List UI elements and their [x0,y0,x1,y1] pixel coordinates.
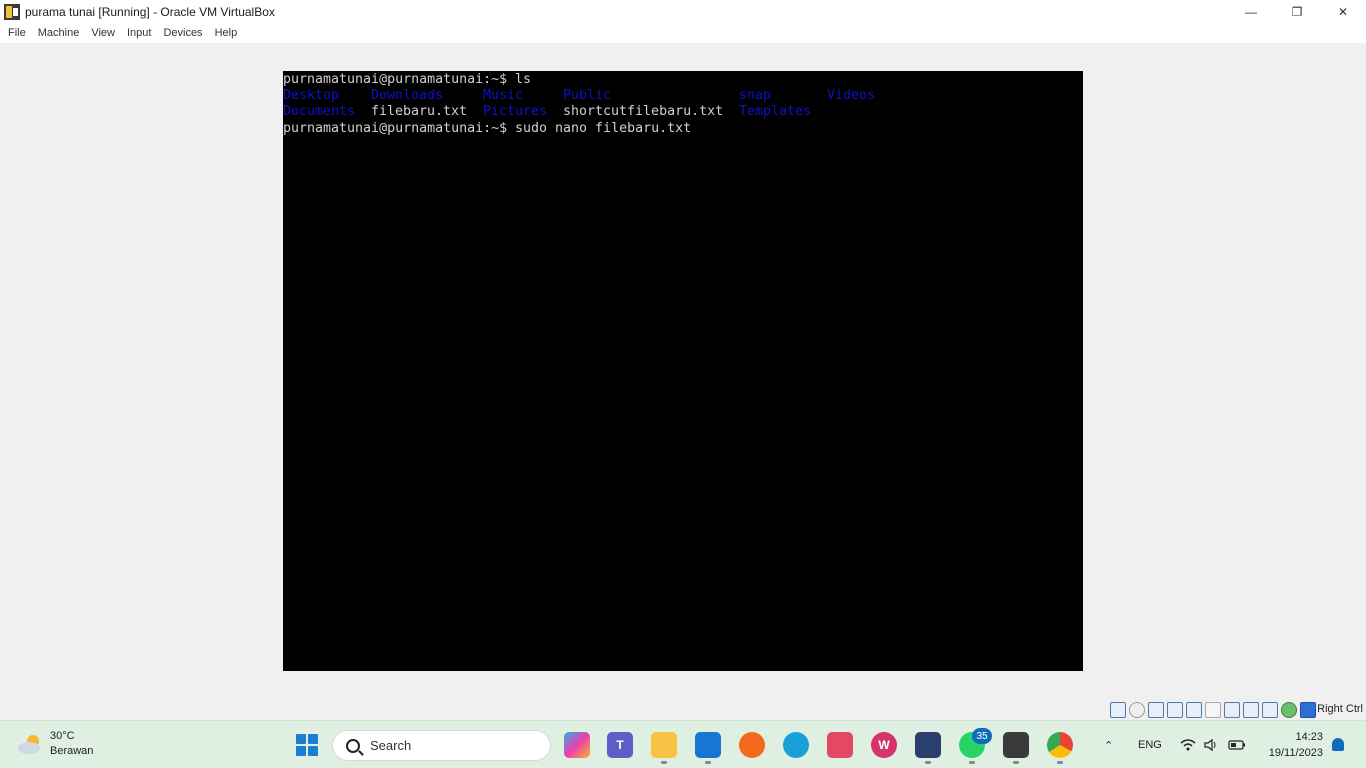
weather-condition: Berawan [50,745,94,757]
clock-time: 14:23 [1295,731,1323,743]
show-hidden-icons-chevron-icon[interactable]: ⌃ [1104,721,1113,768]
copilot-icon[interactable] [564,732,590,758]
hard-disk-icon[interactable] [1110,702,1126,718]
app-store-running-indicator [705,761,711,764]
display-icon[interactable] [1224,702,1240,718]
clock-date: 19/11/2023 [1268,747,1323,759]
terminal-prompt-2: purnamatunai@purnamatunai:~$ [283,120,508,136]
file-filebaru: filebaru.txt [371,104,468,120]
usb-icon[interactable] [1186,702,1202,718]
battery-icon[interactable] [1228,721,1246,768]
menu-bar: File Machine View Input Devices Help [0,23,1366,43]
host-key-label: Right Ctrl [1317,703,1363,715]
menu-file[interactable]: File [2,27,32,39]
chrome-icon[interactable] [1047,732,1073,758]
wifi-icon[interactable] [1180,721,1196,768]
language-indicator[interactable]: ENG [1138,721,1162,768]
menu-help[interactable]: Help [209,27,244,39]
app-store-icon[interactable] [695,732,721,758]
menu-view[interactable]: View [85,27,121,39]
shared-folders-icon[interactable] [1205,702,1221,718]
dir-documents: Documents [283,104,356,120]
vm-running-indicator [1013,761,1019,764]
terminal-line-2: Desktop Downloads Music Public snap Vide… [283,88,1083,104]
terminal-line-3: Documents filebaru.txt Pictures shortcut… [283,104,1083,120]
taskbar-search[interactable]: Search [332,730,551,761]
firefox-icon[interactable] [739,732,765,758]
weather-temperature: 30°C [50,730,75,742]
virtualbox-vm-icon[interactable] [1003,732,1029,758]
network-icon[interactable] [1167,702,1183,718]
vm-status-bar: Right Ctrl [0,699,1366,721]
guest-additions-icon[interactable] [1281,702,1297,718]
dir-downloads: Downloads [371,88,444,104]
title-bar: purama tunai [Running] - Oracle VM Virtu… [0,0,1366,23]
minimize-button[interactable]: — [1228,0,1274,23]
optical-drive-icon[interactable] [1129,702,1145,718]
virtualbox-app-icon [4,3,20,20]
file-explorer-running-indicator [661,761,667,764]
search-icon [346,738,360,753]
close-button[interactable]: ✕ [1320,0,1366,23]
dir-snap: snap [739,88,772,104]
file-shortcutfilebaru: shortcutfilebaru.txt [563,104,724,120]
virtualbox-icon[interactable] [915,732,941,758]
dir-pictures: Pictures [483,104,548,120]
dir-videos: Videos [827,88,876,104]
menu-machine[interactable]: Machine [32,27,86,39]
terminal-prompt: purnamatunai@purnamatunai:~$ [283,72,508,87]
virtualization-icon[interactable] [1262,702,1278,718]
menu-devices[interactable]: Devices [157,27,208,39]
weather-widget[interactable]: 30°C Berawan [16,729,93,759]
system-clock[interactable]: 14:23 19/11/2023 [1269,729,1323,761]
dir-templates: Templates [739,104,812,120]
terminal-command-ls: ls [515,72,532,87]
windows-taskbar: 30°C Berawan Search T W 35 ⌃ ENG 14:23 1… [0,720,1366,768]
snipping-tool-icon[interactable] [827,732,853,758]
recording-icon[interactable] [1243,702,1259,718]
start-button[interactable] [296,734,318,756]
restore-button[interactable]: ❐ [1274,0,1320,23]
notification-bell-icon[interactable] [1332,738,1344,751]
terminal-line-4: purnamatunai@purnamatunai:~$ sudo nano f… [283,121,1083,137]
cloud-sun-icon [16,733,44,755]
dir-desktop: Desktop [283,88,340,104]
search-label: Search [370,738,412,753]
vm-terminal-screen[interactable]: purnamatunai@purnamatunai:~$ ls Desktop … [283,71,1083,671]
volume-icon[interactable] [1203,721,1219,768]
wps-icon[interactable]: W [871,732,897,758]
chrome-running-indicator [1057,761,1063,764]
host-key-arrow-icon[interactable] [1300,702,1316,718]
virtualbox-running-indicator [925,761,931,764]
dir-music: Music [483,88,524,104]
terminal-command-nano: sudo nano filebaru.txt [515,120,692,136]
window-title: purama tunai [Running] - Oracle VM Virtu… [25,4,275,19]
file-explorer-icon[interactable] [651,732,677,758]
dir-public: Public [563,88,612,104]
teams-icon[interactable]: T [607,732,633,758]
whatsapp-running-indicator [969,761,975,764]
terminal-line-1: purnamatunai@purnamatunai:~$ ls [283,72,1083,88]
menu-input[interactable]: Input [121,27,157,39]
whatsapp-notification-badge: 35 [972,728,992,744]
edge-icon[interactable] [783,732,809,758]
audio-icon[interactable] [1148,702,1164,718]
